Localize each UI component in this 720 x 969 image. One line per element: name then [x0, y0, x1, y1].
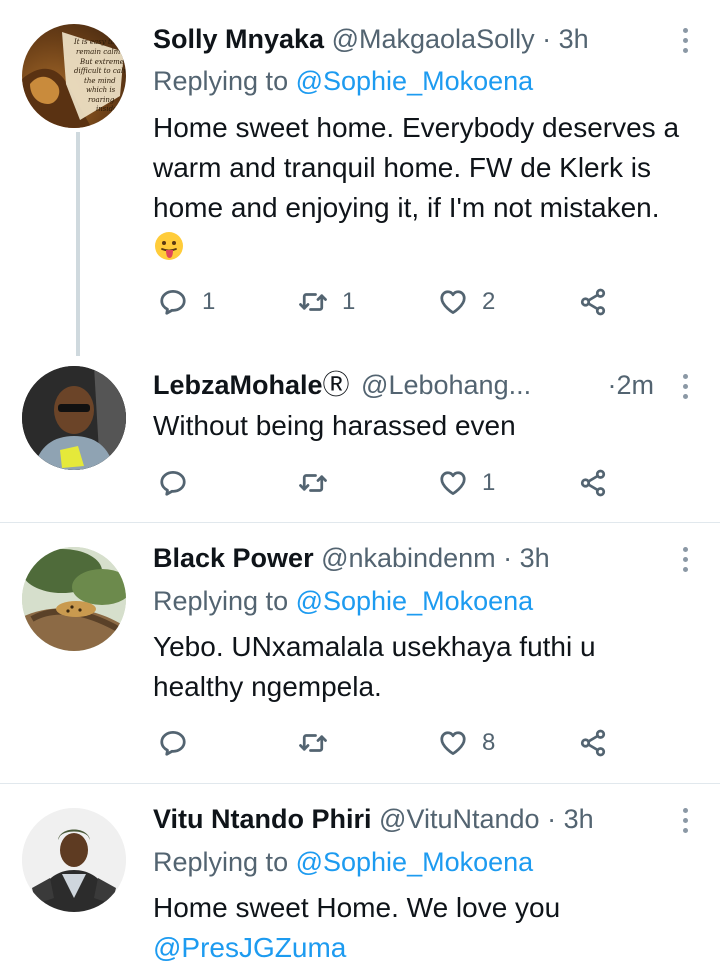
- thread-line: [76, 132, 80, 356]
- more-icon[interactable]: [682, 374, 690, 404]
- user-handle[interactable]: @VituNtando: [379, 804, 540, 834]
- profile-photo: [22, 808, 126, 912]
- tweet-text: Home sweet home. Everybody deserves a wa…: [153, 108, 690, 268]
- replying-to-handle[interactable]: @Sophie_Mokoena: [296, 586, 534, 616]
- registered-mark: Ⓡ: [322, 370, 350, 400]
- tweet-solly-mnyaka[interactable]: It is easy to remain calm But extremely …: [0, 0, 720, 356]
- timestamp[interactable]: 2m: [616, 370, 654, 400]
- svg-text:But extremely: But extremely: [79, 58, 126, 66]
- svg-text:the mind: the mind: [84, 77, 116, 85]
- separator-dot: ·: [503, 543, 513, 573]
- replying-to: Replying to @Sophie_Mokoena: [153, 64, 533, 98]
- user-handle[interactable]: @MakgaolaSolly: [332, 24, 535, 54]
- heart-icon: [438, 468, 468, 498]
- reply-button[interactable]: [158, 723, 188, 763]
- reply-count: 1: [202, 288, 216, 315]
- timestamp[interactable]: 3h: [564, 804, 594, 834]
- tweet-time: ·2m: [607, 368, 654, 402]
- display-name[interactable]: Black Power: [153, 543, 314, 573]
- replying-to: Replying to @Sophie_Mokoena: [153, 845, 533, 879]
- like-count: 1: [482, 469, 496, 496]
- retweet-count: 1: [342, 288, 356, 315]
- tweet-lebzamohale[interactable]: LebzaMohaleⓇ @Lebohang... ·2m Without be…: [0, 350, 720, 522]
- tweet-header: Black Power @nkabindenm · 3h: [153, 541, 674, 575]
- svg-text:difficult to calm: difficult to calm: [74, 67, 126, 75]
- mention-link[interactable]: @PresJGZuma: [153, 928, 690, 968]
- tweet-black-power[interactable]: Black Power @nkabindenm · 3h Replying to…: [0, 523, 720, 783]
- tweet-actions: 1: [158, 463, 628, 503]
- avatar[interactable]: [22, 808, 126, 912]
- svg-text:which is: which is: [86, 86, 116, 94]
- user-handle[interactable]: @Lebohang...: [361, 370, 531, 400]
- replying-to: Replying to @Sophie_Mokoena: [153, 584, 533, 618]
- tweet-text-content: Home sweet home. Everybody deserves a wa…: [153, 112, 680, 223]
- more-icon[interactable]: [682, 547, 690, 577]
- like-button[interactable]: 2: [438, 282, 495, 322]
- svg-text:It is easy to: It is easy to: [73, 38, 115, 46]
- heart-icon: [438, 728, 468, 758]
- svg-text:inside: inside: [96, 105, 117, 113]
- tweet-actions: 8: [158, 723, 628, 763]
- share-icon: [578, 287, 608, 317]
- profile-photo: [22, 366, 126, 470]
- replying-to-handle[interactable]: @Sophie_Mokoena: [296, 66, 534, 96]
- tweet-text: Yebo. UNxamalala usekhaya futhi u health…: [153, 627, 690, 707]
- timestamp[interactable]: 3h: [559, 24, 589, 54]
- heart-icon: [438, 287, 468, 317]
- svg-text:remain calm: remain calm: [76, 48, 121, 56]
- display-name[interactable]: LebzaMohale: [153, 370, 323, 400]
- separator-dot: ·: [547, 804, 557, 834]
- tweet-vitu-ntando-phiri[interactable]: Vitu Ntando Phiri @VituNtando · 3h Reply…: [0, 784, 720, 969]
- leopard-photo: [22, 547, 126, 651]
- tweet-text-content: Yebo. UNxamalala usekhaya futhi u health…: [153, 631, 596, 702]
- share-icon: [578, 468, 608, 498]
- like-button[interactable]: 8: [438, 723, 495, 763]
- share-icon: [578, 728, 608, 758]
- retweet-button[interactable]: 1: [298, 282, 355, 322]
- share-button[interactable]: [578, 282, 608, 322]
- replying-to-label: Replying to: [153, 847, 296, 877]
- separator-dot: ·: [542, 24, 552, 54]
- replying-to-label: Replying to: [153, 586, 296, 616]
- tweet-header: LebzaMohaleⓇ @Lebohang...: [153, 368, 674, 402]
- reply-button[interactable]: 1: [158, 282, 215, 322]
- avatar[interactable]: [22, 547, 126, 651]
- retweet-icon: [298, 468, 328, 498]
- share-button[interactable]: [578, 723, 608, 763]
- retweet-button[interactable]: [298, 463, 328, 503]
- more-icon[interactable]: [682, 808, 690, 838]
- reply-button[interactable]: [158, 463, 188, 503]
- reply-icon: [158, 287, 188, 317]
- like-button[interactable]: 1: [438, 463, 495, 503]
- tweet-text-content: Home sweet Home. We love you: [153, 892, 561, 923]
- more-icon[interactable]: [682, 28, 690, 58]
- like-count: 2: [482, 288, 496, 315]
- display-name[interactable]: Solly Mnyaka: [153, 24, 324, 54]
- avatar[interactable]: [22, 366, 126, 470]
- replying-to-handle[interactable]: @Sophie_Mokoena: [296, 847, 534, 877]
- reply-icon: [158, 468, 188, 498]
- svg-text:roaring: roaring: [88, 96, 115, 104]
- avatar[interactable]: It is easy to remain calm But extremely …: [22, 24, 126, 128]
- tweet-text: Home sweet Home. We love you @PresJGZuma: [153, 888, 690, 968]
- timestamp[interactable]: 3h: [520, 543, 550, 573]
- retweet-icon: [298, 287, 328, 317]
- tweet-actions: 1 1 2: [158, 282, 628, 322]
- like-count: 8: [482, 729, 496, 756]
- user-handle[interactable]: @nkabindenm: [321, 543, 496, 573]
- tongue-out-face-icon: [155, 232, 183, 260]
- display-name[interactable]: Vitu Ntando Phiri: [153, 804, 372, 834]
- tweet-header: Vitu Ntando Phiri @VituNtando · 3h: [153, 802, 674, 836]
- replying-to-label: Replying to: [153, 66, 296, 96]
- reply-icon: [158, 728, 188, 758]
- tweet-text-content: Without being harassed even: [153, 410, 516, 441]
- lion-quote-image: It is easy to remain calm But extremely …: [22, 32, 126, 128]
- tweet-text: Without being harassed even: [153, 406, 690, 446]
- tweet-header: Solly Mnyaka @MakgaolaSolly · 3h: [153, 22, 674, 56]
- share-button[interactable]: [578, 463, 608, 503]
- retweet-button[interactable]: [298, 723, 328, 763]
- retweet-icon: [298, 728, 328, 758]
